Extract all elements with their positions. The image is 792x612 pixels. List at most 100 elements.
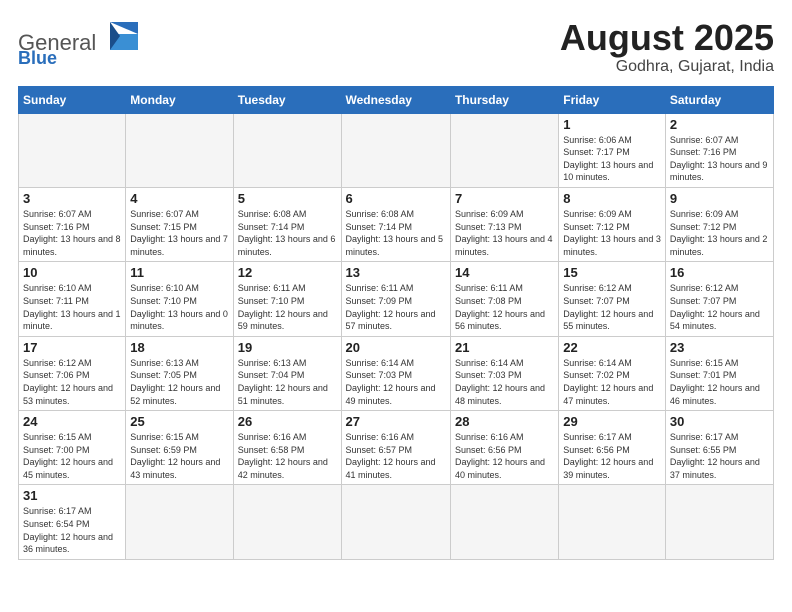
page: General Blue August 2025 Godhra, Gujarat… xyxy=(0,0,792,612)
day-number: 19 xyxy=(238,340,337,355)
day-info: Sunrise: 6:10 AM Sunset: 7:11 PM Dayligh… xyxy=(23,282,121,332)
day-info: Sunrise: 6:09 AM Sunset: 7:12 PM Dayligh… xyxy=(563,208,661,258)
day-number: 27 xyxy=(346,414,446,429)
header: General Blue August 2025 Godhra, Gujarat… xyxy=(18,18,774,76)
day-number: 31 xyxy=(23,488,121,503)
day-number: 24 xyxy=(23,414,121,429)
calendar-cell: 15Sunrise: 6:12 AM Sunset: 7:07 PM Dayli… xyxy=(559,262,666,336)
day-info: Sunrise: 6:12 AM Sunset: 7:06 PM Dayligh… xyxy=(23,357,121,407)
calendar-cell: 8Sunrise: 6:09 AM Sunset: 7:12 PM Daylig… xyxy=(559,187,666,261)
calendar-cell: 7 Sunrise: 6:09 AM Sunset: 7:13 PM Daylig… xyxy=(450,187,558,261)
calendar-cell xyxy=(233,485,341,559)
calendar-cell: 30 Sunrise: 6:17 AM Sunset: 6:55 PM Dayli… xyxy=(665,411,773,485)
calendar-cell: 27 Sunrise: 6:16 AM Sunset: 6:57 PM Dayli… xyxy=(341,411,450,485)
day-number: 29 xyxy=(563,414,661,429)
day-info: Sunrise: 6:07 AM Sunset: 7:15 PM Dayligh… xyxy=(130,208,228,258)
calendar-cell: 24 Sunrise: 6:15 AM Sunset: 7:00 PM Dayli… xyxy=(19,411,126,485)
day-number: 9 xyxy=(670,191,769,206)
day-info: Sunrise: 6:16 AM Sunset: 6:58 PM Dayligh… xyxy=(238,431,337,481)
calendar-cell: 4Sunrise: 6:07 AM Sunset: 7:15 PM Daylig… xyxy=(126,187,233,261)
day-info: Sunrise: 6:14 AM Sunset: 7:03 PM Dayligh… xyxy=(455,357,554,407)
day-number: 18 xyxy=(130,340,228,355)
calendar-cell xyxy=(233,113,341,187)
day-info: Sunrise: 6:09 AM Sunset: 7:13 PM Dayligh… xyxy=(455,208,554,258)
day-info: Sunrise: 6:15 AM Sunset: 7:00 PM Dayligh… xyxy=(23,431,121,481)
location-heading: Godhra, Gujarat, India xyxy=(560,58,774,76)
day-info: Sunrise: 6:11 AM Sunset: 7:09 PM Dayligh… xyxy=(346,282,446,332)
day-number: 10 xyxy=(23,265,121,280)
weekday-header-saturday: Saturday xyxy=(665,86,773,113)
title-block: August 2025 Godhra, Gujarat, India xyxy=(560,18,774,76)
calendar-cell: 5Sunrise: 6:08 AM Sunset: 7:14 PM Daylig… xyxy=(233,187,341,261)
day-number: 20 xyxy=(346,340,446,355)
day-info: Sunrise: 6:10 AM Sunset: 7:10 PM Dayligh… xyxy=(130,282,228,332)
calendar-cell: 29 Sunrise: 6:17 AM Sunset: 6:56 PM Dayli… xyxy=(559,411,666,485)
day-number: 15 xyxy=(563,265,661,280)
day-info: Sunrise: 6:17 AM Sunset: 6:56 PM Dayligh… xyxy=(563,431,661,481)
calendar-week-row: 31Sunrise: 6:17 AM Sunset: 6:54 PM Dayli… xyxy=(19,485,774,559)
calendar-cell: 22 Sunrise: 6:14 AM Sunset: 7:02 PM Dayli… xyxy=(559,336,666,410)
day-number: 25 xyxy=(130,414,228,429)
day-number: 5 xyxy=(238,191,337,206)
day-number: 7 xyxy=(455,191,554,206)
day-info: Sunrise: 6:16 AM Sunset: 6:56 PM Dayligh… xyxy=(455,431,554,481)
calendar-cell: 3Sunrise: 6:07 AM Sunset: 7:16 PM Daylig… xyxy=(19,187,126,261)
weekday-header-friday: Friday xyxy=(559,86,666,113)
calendar-cell: 19 Sunrise: 6:13 AM Sunset: 7:04 PM Dayli… xyxy=(233,336,341,410)
calendar-cell: 23 Sunrise: 6:15 AM Sunset: 7:01 PM Dayli… xyxy=(665,336,773,410)
day-number: 12 xyxy=(238,265,337,280)
calendar-week-row: 24 Sunrise: 6:15 AM Sunset: 7:00 PM Dayli… xyxy=(19,411,774,485)
day-number: 30 xyxy=(670,414,769,429)
calendar-cell: 6Sunrise: 6:08 AM Sunset: 7:14 PM Daylig… xyxy=(341,187,450,261)
day-number: 14 xyxy=(455,265,554,280)
calendar-cell xyxy=(341,113,450,187)
calendar-cell: 21Sunrise: 6:14 AM Sunset: 7:03 PM Dayli… xyxy=(450,336,558,410)
calendar-cell: 1Sunrise: 6:06 AM Sunset: 7:17 PM Daylig… xyxy=(559,113,666,187)
weekday-header-sunday: Sunday xyxy=(19,86,126,113)
day-number: 28 xyxy=(455,414,554,429)
day-info: Sunrise: 6:15 AM Sunset: 6:59 PM Dayligh… xyxy=(130,431,228,481)
day-number: 11 xyxy=(130,265,228,280)
calendar-week-row: 1Sunrise: 6:06 AM Sunset: 7:17 PM Daylig… xyxy=(19,113,774,187)
calendar-cell: 2Sunrise: 6:07 AM Sunset: 7:16 PM Daylig… xyxy=(665,113,773,187)
day-info: Sunrise: 6:08 AM Sunset: 7:14 PM Dayligh… xyxy=(346,208,446,258)
calendar-cell: 17 Sunrise: 6:12 AM Sunset: 7:06 PM Dayli… xyxy=(19,336,126,410)
day-info: Sunrise: 6:12 AM Sunset: 7:07 PM Dayligh… xyxy=(670,282,769,332)
calendar-cell: 13Sunrise: 6:11 AM Sunset: 7:09 PM Dayli… xyxy=(341,262,450,336)
calendar-cell: 12 Sunrise: 6:11 AM Sunset: 7:10 PM Dayli… xyxy=(233,262,341,336)
calendar-cell: 14 Sunrise: 6:11 AM Sunset: 7:08 PM Dayli… xyxy=(450,262,558,336)
day-info: Sunrise: 6:13 AM Sunset: 7:04 PM Dayligh… xyxy=(238,357,337,407)
day-info: Sunrise: 6:16 AM Sunset: 6:57 PM Dayligh… xyxy=(346,431,446,481)
calendar-week-row: 17 Sunrise: 6:12 AM Sunset: 7:06 PM Dayli… xyxy=(19,336,774,410)
day-info: Sunrise: 6:14 AM Sunset: 7:02 PM Dayligh… xyxy=(563,357,661,407)
logo-wordmark: General Blue xyxy=(18,18,148,71)
day-info: Sunrise: 6:11 AM Sunset: 7:08 PM Dayligh… xyxy=(455,282,554,332)
day-info: Sunrise: 6:07 AM Sunset: 7:16 PM Dayligh… xyxy=(23,208,121,258)
calendar-cell xyxy=(559,485,666,559)
day-info: Sunrise: 6:07 AM Sunset: 7:16 PM Dayligh… xyxy=(670,134,769,184)
day-number: 23 xyxy=(670,340,769,355)
weekday-header-row: SundayMondayTuesdayWednesdayThursdayFrid… xyxy=(19,86,774,113)
calendar-cell: 20 Sunrise: 6:14 AM Sunset: 7:03 PM Dayli… xyxy=(341,336,450,410)
day-info: Sunrise: 6:13 AM Sunset: 7:05 PM Dayligh… xyxy=(130,357,228,407)
month-year-heading: August 2025 xyxy=(560,18,774,58)
calendar-cell: 26 Sunrise: 6:16 AM Sunset: 6:58 PM Dayli… xyxy=(233,411,341,485)
calendar-cell xyxy=(341,485,450,559)
day-info: Sunrise: 6:14 AM Sunset: 7:03 PM Dayligh… xyxy=(346,357,446,407)
weekday-header-tuesday: Tuesday xyxy=(233,86,341,113)
svg-text:Blue: Blue xyxy=(18,48,57,66)
day-number: 17 xyxy=(23,340,121,355)
day-info: Sunrise: 6:15 AM Sunset: 7:01 PM Dayligh… xyxy=(670,357,769,407)
calendar-table: SundayMondayTuesdayWednesdayThursdayFrid… xyxy=(18,86,774,560)
day-info: Sunrise: 6:17 AM Sunset: 6:55 PM Dayligh… xyxy=(670,431,769,481)
calendar-week-row: 10 Sunrise: 6:10 AM Sunset: 7:11 PM Dayli… xyxy=(19,262,774,336)
day-info: Sunrise: 6:11 AM Sunset: 7:10 PM Dayligh… xyxy=(238,282,337,332)
day-number: 16 xyxy=(670,265,769,280)
day-number: 22 xyxy=(563,340,661,355)
calendar-cell: 31Sunrise: 6:17 AM Sunset: 6:54 PM Dayli… xyxy=(19,485,126,559)
weekday-header-wednesday: Wednesday xyxy=(341,86,450,113)
day-info: Sunrise: 6:06 AM Sunset: 7:17 PM Dayligh… xyxy=(563,134,661,184)
day-number: 26 xyxy=(238,414,337,429)
logo: General Blue xyxy=(18,18,148,71)
calendar-cell: 28 Sunrise: 6:16 AM Sunset: 6:56 PM Dayli… xyxy=(450,411,558,485)
